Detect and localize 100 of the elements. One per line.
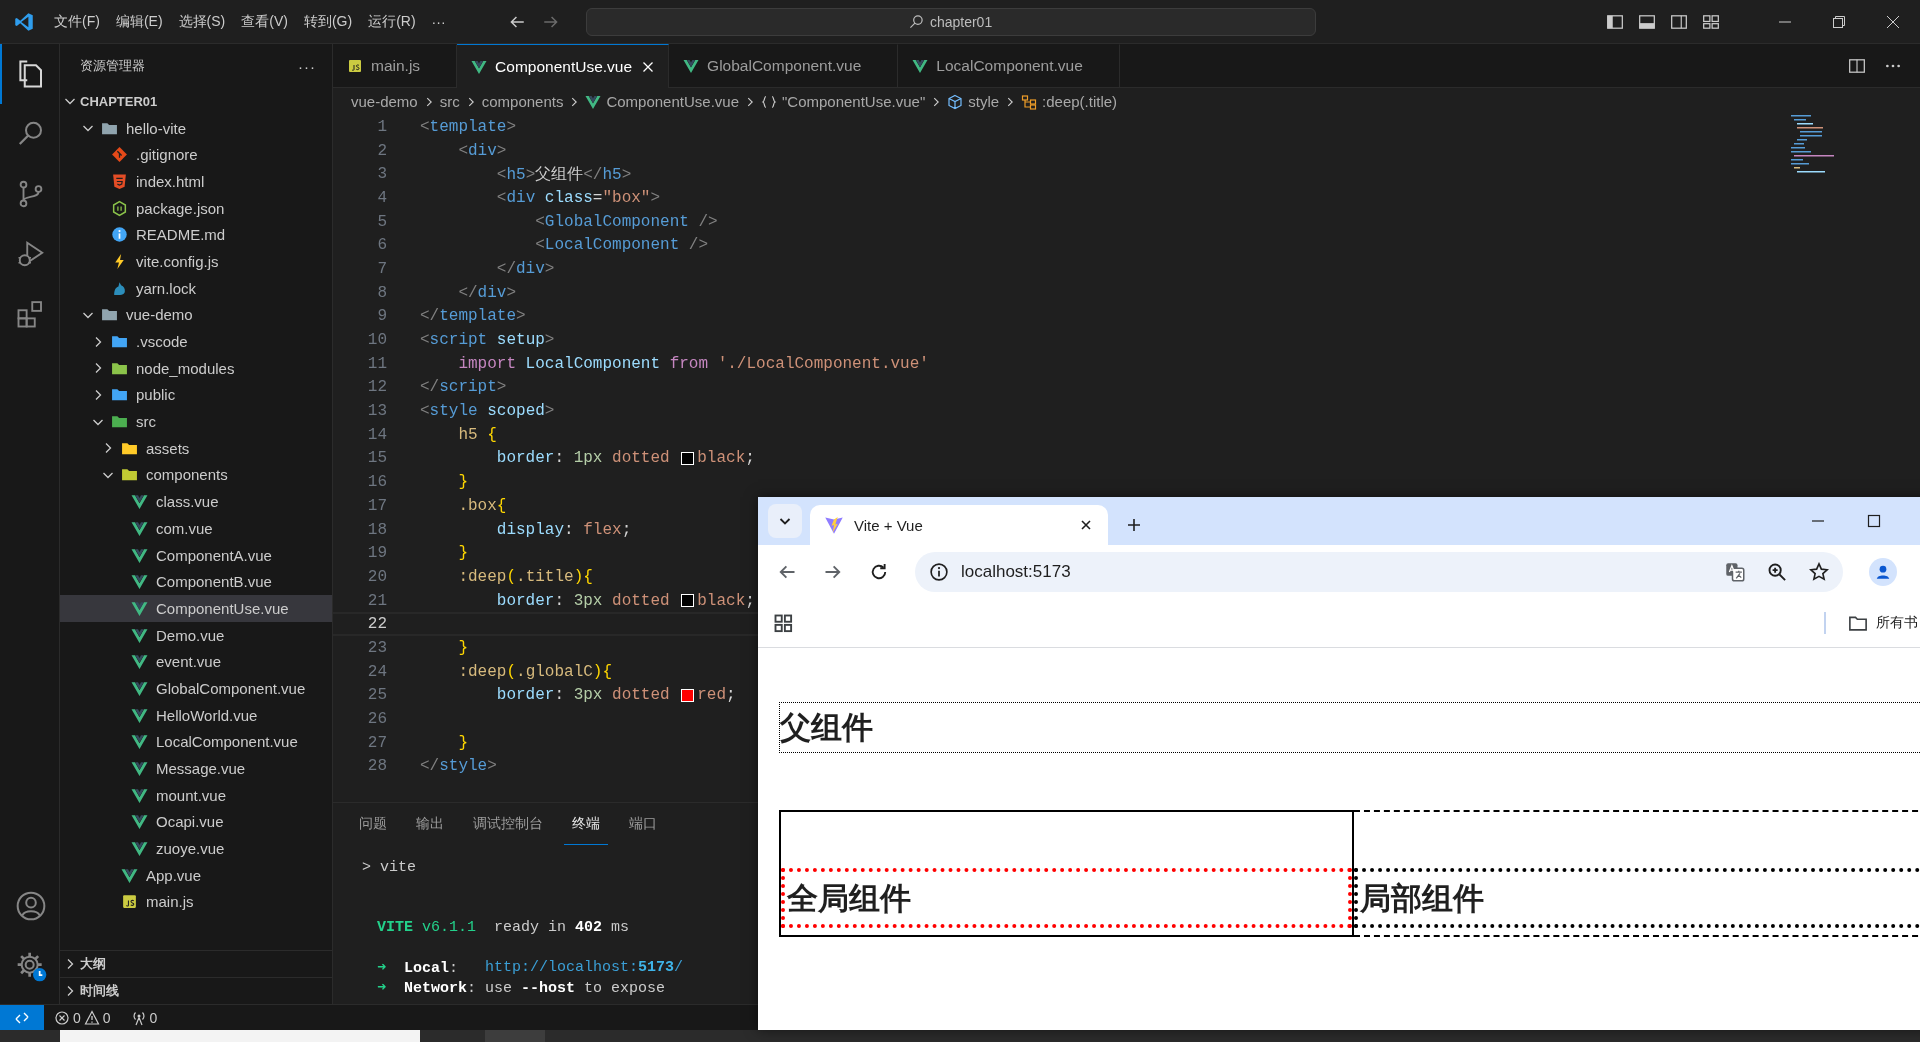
tree-item[interactable]: Demo.vue [60, 621, 332, 649]
ports-button[interactable]: 0 [130, 1009, 158, 1026]
tree-item[interactable]: vue-demo [60, 301, 332, 329]
menu-item[interactable]: 查看(V) [233, 8, 296, 35]
breadcrumb-item[interactable]: style [947, 93, 1000, 110]
account-icon[interactable] [14, 890, 47, 922]
tree-item[interactable]: App.vue [60, 861, 332, 889]
tree-item[interactable]: src [60, 408, 332, 435]
panel-tab[interactable]: 调试控制台 [465, 803, 551, 845]
menu-item[interactable]: 编辑(E) [107, 8, 171, 35]
breadcrumb-item[interactable]: "ComponentUse.vue" [761, 93, 926, 110]
panel-tab[interactable]: 问题 [351, 803, 395, 845]
more-actions-button[interactable]: ··· [298, 57, 316, 75]
tree-item[interactable]: public [60, 381, 332, 409]
line-number: 17 [366, 496, 387, 515]
close-icon[interactable] [1885, 13, 1901, 30]
star-icon[interactable] [1809, 561, 1829, 582]
menu-item[interactable]: 运行(R) [360, 8, 424, 35]
terminal-text: > vite [362, 858, 417, 876]
split-layout-icon[interactable] [1670, 12, 1688, 31]
problems-button[interactable]: 0 0 [54, 1009, 111, 1026]
panel-layout-icon[interactable] [1638, 12, 1656, 31]
tree-item[interactable]: ComponentUse.vue [60, 595, 332, 622]
menu-item[interactable]: 转到(G) [295, 8, 361, 35]
tree-item[interactable]: zuoye.vue [60, 835, 332, 862]
tree-item[interactable]: event.vue [60, 648, 332, 676]
tree-item[interactable]: Ocapi.vue [60, 808, 332, 836]
address-bar[interactable]: localhost:5173 [915, 551, 1843, 592]
line-number: 21 [366, 591, 387, 610]
code-text: } [457, 473, 468, 492]
taskbar-search-field[interactable] [60, 1030, 420, 1042]
restore-icon[interactable] [1831, 13, 1847, 30]
breadcrumb-item[interactable]: components [481, 93, 564, 110]
grid-layout-icon[interactable] [1702, 12, 1720, 31]
editor-tab[interactable]: LocalComponent.vue [898, 44, 1120, 87]
v-icon [130, 840, 148, 858]
tree-item[interactable]: assets [60, 434, 332, 462]
panel-tab[interactable]: 终端 [564, 803, 608, 845]
v-icon [130, 573, 148, 591]
code-text: display: flex; [495, 520, 632, 539]
breadcrumb-item[interactable]: ComponentUse.vue [585, 93, 739, 110]
menu-item[interactable]: 文件(F) [46, 8, 108, 35]
reload-icon[interactable] [869, 561, 889, 582]
tree-item[interactable]: LocalComponent.vue [60, 728, 332, 756]
tree-item[interactable]: ComponentB.vue [60, 568, 332, 596]
file-icon [120, 893, 138, 911]
panel-tab[interactable]: 端口 [621, 803, 665, 845]
command-search-field[interactable]: chapter01 [585, 7, 1316, 36]
code-text: <style scoped> [420, 402, 555, 421]
tree-item[interactable]: components [60, 461, 332, 489]
browser-tab[interactable]: Vite + Vue [810, 505, 1108, 545]
zoom-in-icon[interactable] [1767, 561, 1787, 582]
profile-button[interactable] [1869, 557, 1897, 586]
component-title: 全局组件 [781, 868, 1352, 928]
code-text: import LocalComponent from './LocalComponent.vue' [457, 354, 929, 373]
tree-item[interactable]: HelloWorld.vue [60, 701, 332, 729]
tree-item[interactable]: package.json [60, 194, 332, 222]
line-number: 14 [366, 425, 387, 444]
tree-item[interactable]: README.md [60, 221, 332, 249]
sidebar-layout-icon[interactable] [1606, 12, 1624, 31]
breadcrumb-item[interactable]: src [439, 93, 460, 110]
tree-item[interactable]: main.js [60, 888, 332, 916]
tree-item[interactable]: .gitignore [60, 141, 332, 169]
tree-item[interactable]: mount.vue [60, 781, 332, 809]
more-menu-button[interactable]: ··· [423, 9, 454, 34]
code-text: } [457, 638, 468, 657]
tree-item[interactable]: class.vue [60, 488, 332, 515]
tree-item[interactable]: hello-vite [60, 114, 332, 142]
menu-item[interactable]: 选择(S) [170, 8, 234, 35]
tree-item[interactable]: GlobalComponent.vue [60, 675, 332, 702]
maximize-icon[interactable] [1866, 513, 1882, 529]
tree-item[interactable]: com.vue [60, 515, 332, 542]
code-text: <div class="box"> [495, 188, 661, 207]
code-text: <template> [420, 117, 517, 136]
panel-tab[interactable]: 输出 [408, 803, 452, 845]
tree-item[interactable]: Message.vue [60, 755, 332, 782]
split-editor-icon[interactable] [1848, 56, 1866, 75]
tree-item[interactable]: yarn.lock [60, 274, 332, 302]
editor-tab[interactable]: GlobalComponent.vue [669, 44, 899, 87]
folder-header[interactable]: CHAPTER01 [60, 88, 332, 115]
line-number: 15 [366, 449, 387, 468]
tree-item[interactable]: node_modules [60, 354, 332, 382]
editor-tab[interactable]: ComponentUse.vue [457, 44, 670, 88]
line-number: 7 [376, 259, 387, 278]
bookmark-folder[interactable]: 所有书 [1848, 612, 1918, 633]
explorer-title: 资源管理器 [80, 57, 145, 75]
breadcrumb-item[interactable]: vue-demo [351, 93, 418, 110]
new-tab-icon[interactable] [1126, 517, 1142, 533]
section-header[interactable]: 大纲 [60, 950, 332, 977]
tree-item[interactable]: vite.config.js [60, 248, 332, 275]
line-number: 13 [366, 402, 387, 421]
breadcrumb-item[interactable]: :deep(.title) [1021, 93, 1118, 110]
tree-item[interactable]: .vscode [60, 328, 332, 355]
v-icon [130, 546, 148, 564]
translate-icon[interactable] [1725, 561, 1745, 582]
tree-item[interactable]: ComponentA.vue [60, 541, 332, 569]
code-text: :deep(.globalC){ [457, 662, 613, 681]
apps-grid-icon[interactable] [773, 612, 793, 633]
tree-item[interactable]: index.html [60, 168, 332, 195]
terminal-link[interactable]: http://localhost:5173/ [485, 958, 684, 976]
